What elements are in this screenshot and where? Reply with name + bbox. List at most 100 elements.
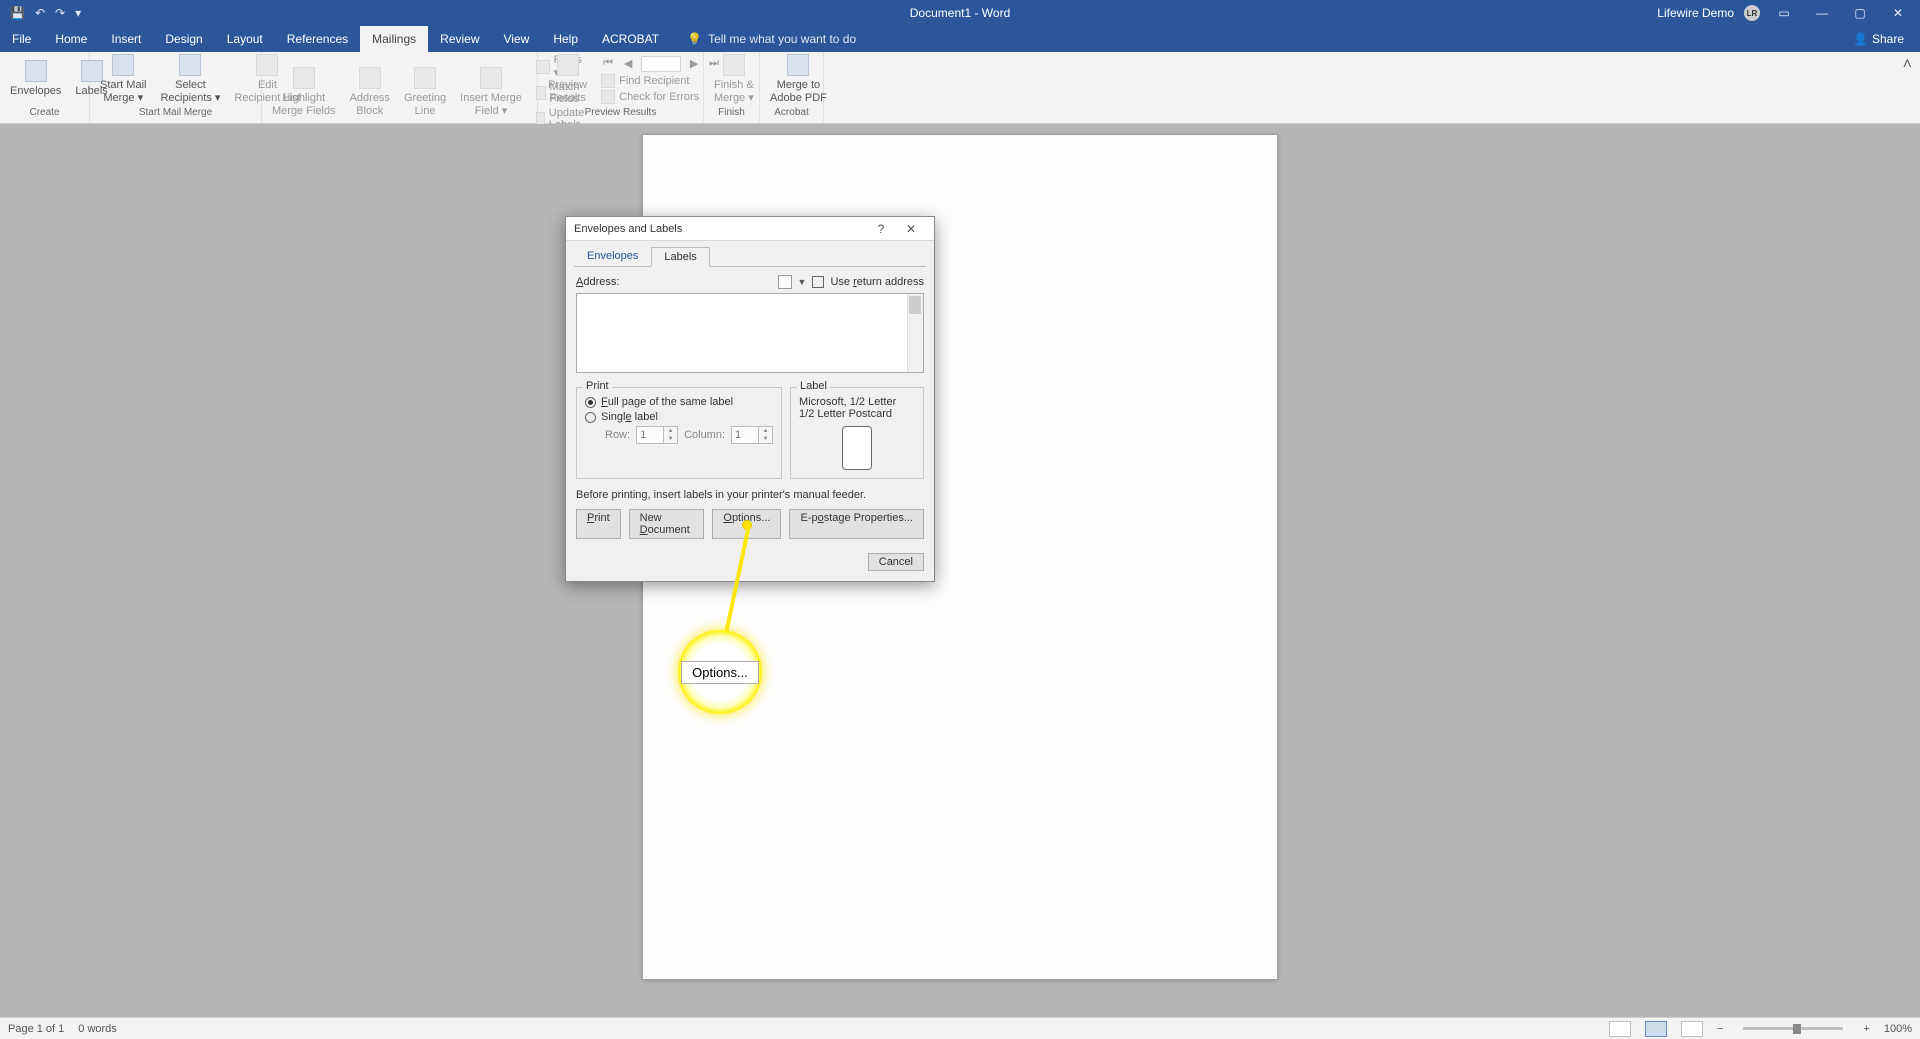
cancel-button[interactable]: Cancel [868,553,924,571]
menu-bar: File Home Insert Design Layout Reference… [0,26,1920,52]
column-input [731,426,759,444]
address-label: Address: [576,276,619,288]
quick-access-toolbar: 💾 ↶ ↷ ▾ [0,6,81,20]
tab-design[interactable]: Design [153,26,214,52]
window-close-icon[interactable]: ✕ [1884,6,1912,20]
tab-review[interactable]: Review [428,26,491,52]
address-block-button: Address Block [346,67,394,118]
group-start-mail-merge-label: Start Mail Merge [90,107,261,123]
greeting-icon [414,67,436,89]
window-title: Document1 - Word [910,6,1010,20]
new-document-button[interactable]: New Document [629,509,705,539]
collapse-ribbon-icon[interactable]: ˄ [1895,52,1920,123]
address-block-icon [359,67,381,89]
annotation-callout: Options... [678,630,762,714]
address-textarea[interactable] [576,293,924,373]
record-number-input [641,56,681,72]
row-down-icon: ▼ [664,435,677,443]
read-mode-icon[interactable] [1609,1021,1631,1037]
dialog-tab-envelopes[interactable]: Envelopes [574,246,651,266]
redo-icon[interactable]: ↷ [55,6,65,20]
share-button[interactable]: 👤 Share [1853,26,1920,52]
label-group[interactable]: Label Microsoft, 1/2 Letter 1/2 Letter P… [790,387,924,479]
tab-home[interactable]: Home [43,26,99,52]
col-up-icon: ▲ [759,427,772,435]
zoom-in-icon[interactable]: + [1863,1023,1869,1035]
radio-icon [585,412,596,423]
dialog-tab-labels[interactable]: Labels [651,247,709,267]
radio-icon [585,397,596,408]
save-icon[interactable]: 💾 [10,6,25,20]
group-acrobat-label: Acrobat [760,107,823,123]
word-count[interactable]: 0 words [78,1023,117,1035]
next-record-icon: ▶ [687,57,701,70]
lightbulb-icon: 💡 [687,32,702,46]
address-book-dropdown-icon[interactable]: ▼ [798,277,807,287]
row-input [636,426,664,444]
print-legend: Print [583,380,612,392]
tab-acrobat[interactable]: ACROBAT [590,26,671,52]
zoom-out-icon[interactable]: − [1717,1023,1723,1035]
print-button[interactable]: Print [576,509,621,539]
prev-record-icon: ◀ [621,57,635,70]
dialog-title: Envelopes and Labels [574,223,682,235]
highlight-icon [293,67,315,89]
title-bar: 💾 ↶ ↷ ▾ Document1 - Word Lifewire Demo L… [0,0,1920,26]
user-avatar-icon[interactable]: LR [1744,5,1760,21]
select-recipients-button[interactable]: Select Recipients ▾ [156,54,224,105]
insert-merge-field-button: Insert Merge Field ▾ [456,67,526,118]
group-create-label: Create [0,107,89,123]
epostage-properties-button[interactable]: E-postage Properties... [789,509,924,539]
tab-layout[interactable]: Layout [215,26,275,52]
column-label: Column: [684,429,725,441]
tab-mailings[interactable]: Mailings [360,26,428,52]
recipients-icon [179,54,201,76]
label-product-text: 1/2 Letter Postcard [799,408,915,420]
col-down-icon: ▼ [759,435,772,443]
page-status[interactable]: Page 1 of 1 [8,1023,64,1035]
row-up-icon: ▲ [664,427,677,435]
tab-help[interactable]: Help [541,26,590,52]
merge-to-pdf-button[interactable]: Merge to Adobe PDF [766,54,831,105]
preview-results-button: Preview Results [544,54,591,105]
ribbon-options-icon[interactable]: ▭ [1770,6,1798,20]
check-icon [601,90,615,104]
finish-merge-button: Finish & Merge ▾ [710,54,758,105]
find-icon [601,74,615,88]
tell-me-search[interactable]: 💡 Tell me what you want to do [671,26,856,52]
address-scrollbar[interactable] [907,294,923,372]
dialog-help-icon[interactable]: ? [866,222,896,236]
window-minimize-icon[interactable]: — [1808,6,1836,20]
customize-qat-icon[interactable]: ▾ [75,6,81,20]
insert-field-icon [480,67,502,89]
tab-file[interactable]: File [0,26,43,52]
tell-me-label: Tell me what you want to do [708,32,856,46]
address-book-icon[interactable] [778,275,792,289]
first-record-icon: ⏮ [601,57,615,70]
label-vendor-text: Microsoft, 1/2 Letter [799,396,915,408]
window-maximize-icon[interactable]: ▢ [1846,6,1874,20]
dialog-close-icon[interactable]: ✕ [896,222,926,236]
undo-icon[interactable]: ↶ [35,6,45,20]
web-layout-icon[interactable] [1681,1021,1703,1037]
row-label: Row: [605,429,630,441]
zoom-level[interactable]: 100% [1884,1023,1912,1035]
print-layout-icon[interactable] [1645,1021,1667,1037]
group-preview-results-label: Preview Results [538,107,703,123]
tab-references[interactable]: References [275,26,360,52]
start-mail-merge-button[interactable]: Start Mail Merge ▾ [96,54,150,105]
use-return-address-checkbox[interactable] [812,276,824,288]
single-label-radio[interactable]: Single label [585,411,773,423]
zoom-slider[interactable] [1743,1027,1843,1030]
user-name[interactable]: Lifewire Demo [1657,6,1734,20]
annotation-text: Options... [692,665,748,680]
label-preview-icon [842,426,872,470]
envelopes-button[interactable]: Envelopes [6,60,65,98]
row-spinner: ▲▼ [636,426,678,444]
full-page-radio[interactable]: Full page of the same label [585,396,773,408]
tab-view[interactable]: View [492,26,542,52]
envelope-icon [25,60,47,82]
share-icon: 👤 [1853,32,1868,46]
document-area [0,124,1920,1017]
tab-insert[interactable]: Insert [99,26,153,52]
